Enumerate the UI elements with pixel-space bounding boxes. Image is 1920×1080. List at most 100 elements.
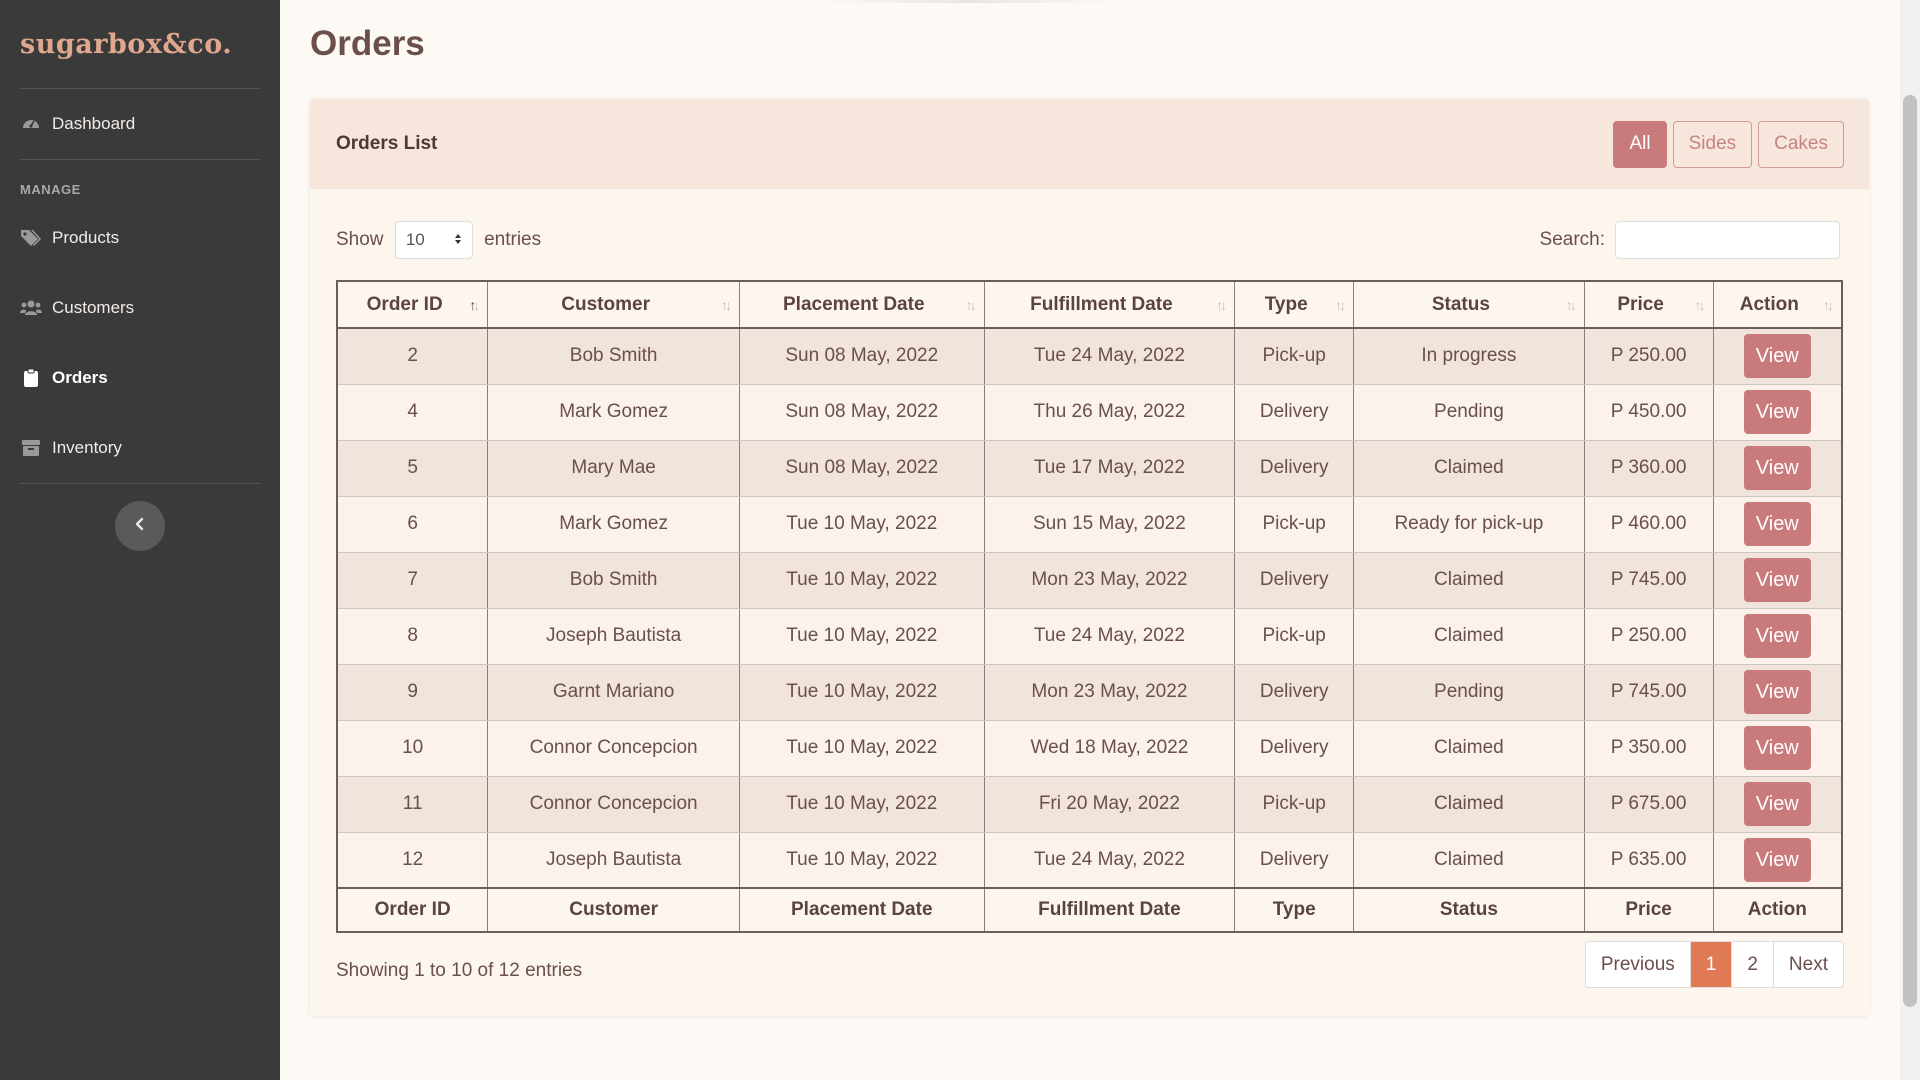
entries-select-value: 10 <box>405 230 425 249</box>
column-header-order-id[interactable]: Order ID ↑↓ <box>336 280 489 329</box>
scrollbar-thumb[interactable] <box>1903 95 1917 1007</box>
table-footer-row: Order ID Customer Placement Date Fulfill… <box>336 887 1843 933</box>
type-cell: Delivery <box>1234 383 1355 441</box>
search-label: Search: <box>1539 229 1605 250</box>
fulfillment-date-cell: Sun 15 May, 2022 <box>983 495 1236 553</box>
price-cell: P 350.00 <box>1583 719 1714 777</box>
type-cell: Delivery <box>1234 831 1355 889</box>
view-order-button[interactable]: View <box>1743 334 1811 379</box>
sidebar: sugarbox&co. Dashboard MANAGE Products C… <box>0 0 280 1080</box>
customer-cell: Bob Smith <box>487 327 740 385</box>
price-cell: P 250.00 <box>1583 327 1714 385</box>
filter-group: All Sides Cakes <box>1613 120 1844 168</box>
table-row: 4 Mark Gomez Sun 08 May, 2022 Thu 26 May, 2… <box>336 383 1843 441</box>
order-id-cell: 9 <box>336 663 489 721</box>
action-cell: View <box>1712 383 1843 441</box>
action-cell: View <box>1712 775 1843 833</box>
table-row: 6 Mark Gomez Tue 10 May, 2022 Sun 15 May, 2… <box>336 495 1843 553</box>
sidebar-section-title: MANAGE <box>20 182 81 197</box>
entries-label: entries <box>484 229 542 251</box>
sidebar-item-label: Orders <box>52 368 108 387</box>
view-order-button[interactable]: View <box>1743 446 1811 490</box>
sort-icon: ↑↓ <box>1694 296 1706 313</box>
customer-cell: Connor Concepcion <box>487 775 740 833</box>
pagination-next-button[interactable]: Next <box>1774 942 1843 987</box>
sidebar-collapse-button[interactable] <box>115 501 165 551</box>
view-order-button[interactable]: View <box>1743 670 1811 714</box>
price-cell: P 460.00 <box>1583 495 1714 553</box>
filter-cakes-button[interactable]: Cakes <box>1758 120 1844 168</box>
sidebar-item-inventory[interactable]: Inventory <box>0 413 280 483</box>
view-order-button[interactable]: View <box>1743 726 1811 770</box>
type-cell: Delivery <box>1234 663 1355 721</box>
column-footer-type: Type <box>1234 887 1355 933</box>
view-order-button[interactable]: View <box>1743 502 1811 546</box>
status-cell: Claimed <box>1353 551 1585 609</box>
sort-ascending-icon: ↑↓ <box>469 296 480 313</box>
status-cell: Claimed <box>1353 775 1585 833</box>
column-header-customer[interactable]: Customer ↑↓ <box>487 280 740 329</box>
order-id-cell: 6 <box>336 495 489 553</box>
view-order-button[interactable]: View <box>1743 614 1811 658</box>
chevron-left-icon <box>133 517 147 536</box>
select-arrows-icon <box>454 230 462 250</box>
action-cell: View <box>1712 719 1843 777</box>
placement-date-cell: Tue 10 May, 2022 <box>738 719 985 777</box>
customer-cell: Joseph Bautista <box>487 831 740 889</box>
sidebar-item-products[interactable]: Products <box>0 203 280 273</box>
order-id-cell: 10 <box>336 719 489 777</box>
sidebar-item-dashboard[interactable]: Dashboard <box>0 89 280 159</box>
status-cell: Pending <box>1353 383 1585 441</box>
pagination-page-2[interactable]: 2 <box>1732 942 1774 987</box>
column-header-fulfillment-date[interactable]: Fulfillment Date ↑↓ <box>983 280 1236 329</box>
type-cell: Pick-up <box>1234 607 1355 665</box>
status-cell: Ready for pick-up <box>1353 495 1585 553</box>
price-cell: P 450.00 <box>1583 383 1714 441</box>
column-header-label: Price <box>1617 293 1664 315</box>
filter-all-button[interactable]: All <box>1613 120 1667 168</box>
fulfillment-date-cell: Tue 17 May, 2022 <box>983 439 1236 497</box>
filter-sides-button[interactable]: Sides <box>1672 120 1753 168</box>
sidebar-item-orders[interactable]: Orders <box>0 343 280 413</box>
column-footer-placement-date: Placement Date <box>738 887 985 933</box>
column-header-label: Type <box>1264 293 1308 315</box>
sort-icon: ↑↓ <box>1823 296 1834 313</box>
fulfillment-date-cell: Thu 26 May, 2022 <box>983 383 1236 441</box>
column-header-placement-date[interactable]: Placement Date ↑↓ <box>738 280 985 329</box>
sidebar-item-label: Inventory <box>52 438 122 457</box>
column-header-action[interactable]: Action ↑↓ <box>1712 280 1843 329</box>
search-control: Search: <box>1540 221 1840 259</box>
order-id-cell: 12 <box>336 831 489 889</box>
table-info: Showing 1 to 10 of 12 entries <box>336 960 583 981</box>
column-header-label: Customer <box>561 293 650 315</box>
table-body: 2 Bob Smith Sun 08 May, 2022 Tue 24 May, 20… <box>336 327 1843 889</box>
table-controls: Show 10 entries Search: <box>336 220 1840 260</box>
clipboard-icon <box>20 367 42 389</box>
view-order-button[interactable]: View <box>1743 837 1811 882</box>
placement-date-cell: Tue 10 May, 2022 <box>738 663 985 721</box>
column-header-price[interactable]: Price ↑↓ <box>1583 280 1714 329</box>
price-cell: P 745.00 <box>1583 663 1714 721</box>
view-order-button[interactable]: View <box>1743 390 1811 434</box>
search-input[interactable] <box>1615 221 1840 259</box>
order-id-cell: 4 <box>336 383 489 441</box>
fulfillment-date-cell: Tue 24 May, 2022 <box>983 607 1236 665</box>
status-cell: Claimed <box>1353 719 1585 777</box>
status-cell: Claimed <box>1353 607 1585 665</box>
table-row: 7 Bob Smith Tue 10 May, 2022 Mon 23 May, 20… <box>336 551 1843 609</box>
brand-logo[interactable]: sugarbox&co. <box>0 0 280 88</box>
table-row: 11 Connor Concepcion Tue 10 May, 2022 Fri 2… <box>336 775 1843 833</box>
column-header-label: Action <box>1739 293 1799 315</box>
sidebar-item-label: Customers <box>52 298 135 317</box>
view-order-button[interactable]: View <box>1743 558 1811 602</box>
type-cell: Delivery <box>1234 439 1355 497</box>
view-order-button[interactable]: View <box>1743 782 1811 826</box>
entries-select[interactable]: 10 <box>394 221 473 259</box>
pagination-previous-button[interactable]: Previous <box>1586 942 1691 987</box>
page-scrollbar[interactable] <box>1900 0 1920 1080</box>
pagination-page-1[interactable]: 1 <box>1690 942 1733 987</box>
column-header-type[interactable]: Type ↑↓ <box>1234 280 1355 329</box>
column-header-status[interactable]: Status ↑↓ <box>1353 280 1585 329</box>
status-cell: Pending <box>1353 663 1585 721</box>
sidebar-item-customers[interactable]: Customers <box>0 273 280 343</box>
